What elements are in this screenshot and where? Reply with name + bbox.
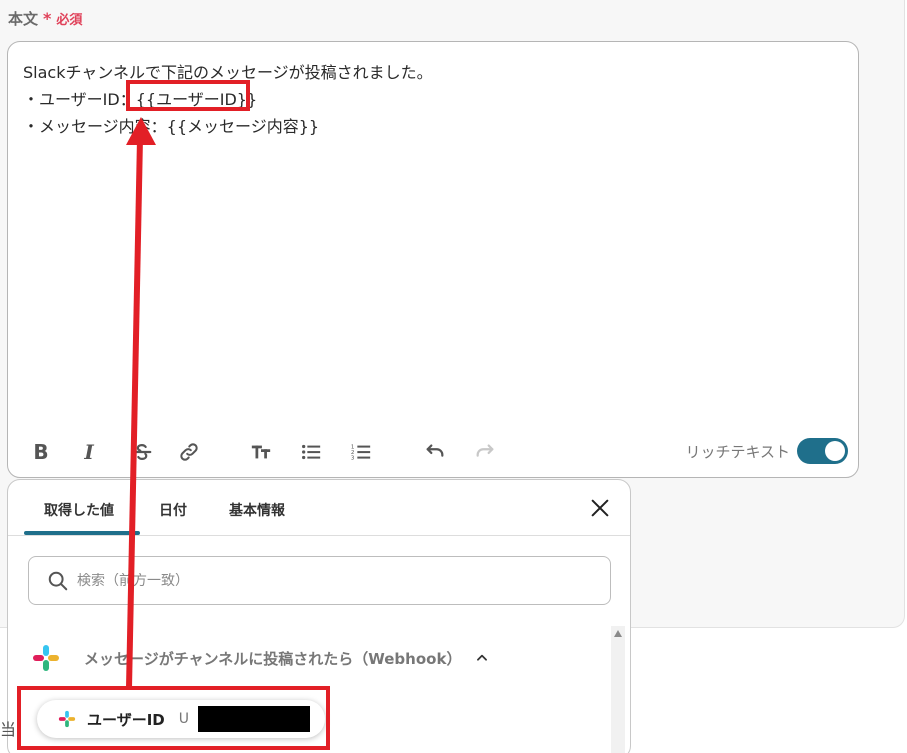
slack-icon: [33, 645, 59, 671]
bold-icon[interactable]: B: [28, 439, 54, 465]
numbered-list-icon[interactable]: 123: [348, 439, 374, 465]
text-size-icon[interactable]: [248, 439, 274, 465]
editor-toolbar: B I 123 リッチテキスト: [8, 425, 858, 477]
trigger-group-title: メッセージがチャンネルに投稿されたら（Webhook）: [84, 649, 462, 668]
picker-tabs: 取得した値 日付 基本情報: [8, 480, 630, 536]
link-icon[interactable]: [176, 439, 202, 465]
tab-acquired-values[interactable]: 取得した値: [44, 500, 114, 520]
tab-date[interactable]: 日付: [159, 500, 187, 520]
required-text: 必須: [56, 13, 83, 28]
redo-icon[interactable]: [472, 439, 498, 465]
svg-text:3: 3: [351, 455, 355, 461]
tab-basic-info[interactable]: 基本情報: [229, 500, 285, 520]
toggle-knob: [825, 441, 845, 461]
italic-icon[interactable]: I: [76, 439, 102, 465]
search-input[interactable]: [77, 572, 610, 589]
rich-text-label: リッチテキスト: [685, 443, 790, 461]
scroll-up-arrow[interactable]: [614, 630, 622, 637]
chevron-up-icon[interactable]: [475, 651, 489, 665]
undo-icon[interactable]: [422, 439, 448, 465]
bullet-list-icon[interactable]: [298, 439, 324, 465]
edge-text: 当: [0, 720, 17, 739]
field-label: 本文 * 必須: [8, 8, 82, 29]
trigger-group-header[interactable]: メッセージがチャンネルに投稿されたら（Webhook）: [30, 643, 489, 673]
strikethrough-icon[interactable]: [129, 439, 155, 465]
rich-text-toggle[interactable]: [797, 438, 848, 464]
highlight-box-placeholder: [126, 80, 250, 111]
close-icon[interactable]: [589, 497, 611, 519]
scrollbar[interactable]: [611, 626, 625, 753]
required-star: *: [43, 9, 52, 28]
search-icon: [48, 571, 68, 591]
field-label-text: 本文: [8, 10, 39, 28]
active-tab-indicator: [24, 531, 140, 535]
highlight-box-chip: [17, 686, 330, 750]
search-box[interactable]: [28, 556, 611, 605]
editor-line-3: ・メッセージ内容：{{メッセージ内容}}: [23, 117, 320, 136]
